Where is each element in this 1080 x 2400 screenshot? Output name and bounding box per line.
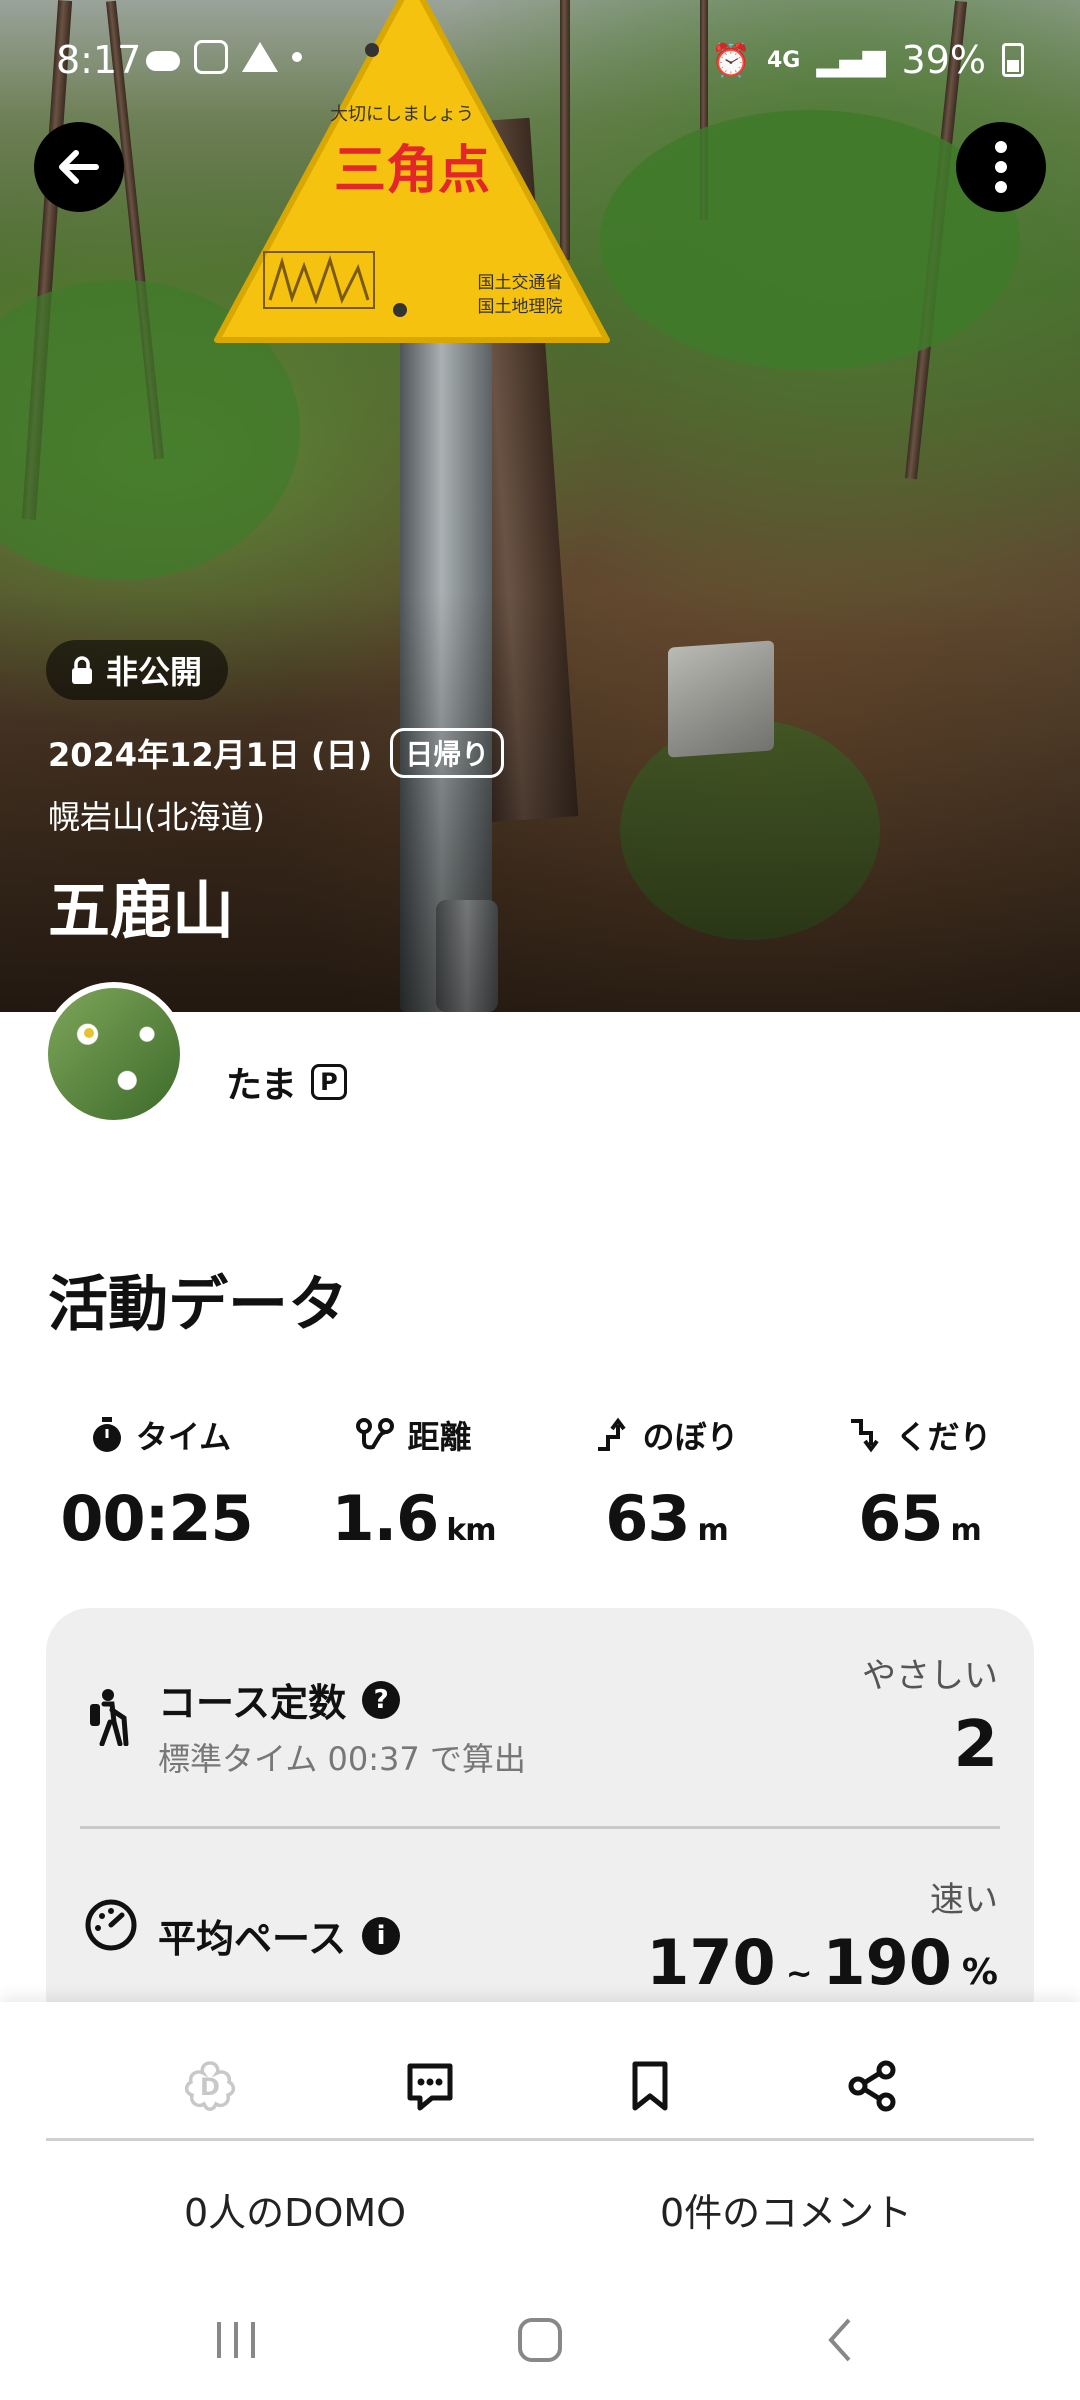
battery-level: 39% [901, 38, 986, 82]
alarm-icon: ⏰ [711, 41, 751, 79]
speedometer-icon [85, 1899, 137, 1951]
arrow-left-icon [59, 150, 99, 184]
pace-separator: ~ [785, 1954, 813, 1992]
status-notification-icons [146, 40, 302, 74]
cloud-icon [146, 51, 180, 71]
svg-text:D: D [200, 2073, 220, 2101]
stat-unit: m [950, 1513, 982, 1548]
stat-descent: くだり 65 m [793, 1410, 1046, 1555]
activity-date-row: 2024年12月1日 (日) 日帰り [48, 728, 505, 778]
system-back-button[interactable] [800, 2310, 880, 2370]
stat-label: タイム [135, 1418, 232, 1456]
system-navigation-bar [0, 2282, 1080, 2400]
stat-value: 00:25 [60, 1482, 253, 1555]
domo-count-link[interactable]: 0人のDOMO [184, 2182, 406, 2237]
pace-value: 170 ~ 190 % [646, 1926, 998, 1999]
recent-apps-icon [217, 2322, 255, 2358]
divider [80, 1826, 1000, 1829]
privacy-badge: 非公開 [46, 640, 229, 700]
activity-stats: タイム 00:25 距離 1.6 km のぼり 63 m くだり 65 m [34, 1410, 1046, 1555]
stat-value: 1.6 [331, 1482, 439, 1555]
mountain-name: 五鹿山 [48, 874, 235, 947]
stat-value: 63 [605, 1482, 690, 1555]
stopwatch-icon [92, 1417, 121, 1452]
bamboo-grass [600, 110, 1020, 370]
stat-time: タイム 00:25 [34, 1410, 287, 1555]
user-name: たま [226, 1065, 297, 1106]
alert-icon [242, 42, 278, 72]
pace-title-row: 平均ペース i [158, 1908, 401, 1963]
stat-ascent: のぼり 63 m [540, 1410, 793, 1555]
activity-detail-screen: 大切にしましょう 三角点 国土交通省 国土地理院 8:17 ⏰ 4G ▂▄▆ 3… [0, 0, 1080, 2400]
comment-count-link[interactable]: 0件のコメント [660, 2182, 912, 2237]
avatar[interactable] [42, 982, 186, 1126]
pace-min: 170 [646, 1926, 776, 1999]
course-constant-subtitle: 標準タイム 00:37 で算出 [158, 1740, 526, 1778]
pace-title: 平均ペース [158, 1917, 347, 1961]
route-icon [356, 1418, 395, 1450]
chevron-left-icon [828, 2318, 851, 2362]
home-icon [518, 2318, 562, 2362]
ascent-icon [598, 1417, 627, 1451]
more-vertical-icon [995, 141, 1007, 193]
bottom-action-panel: D 0人のDOMO 0件のコメント [0, 2002, 1080, 2400]
status-time: 8:17 [56, 38, 142, 82]
bookmark-icon [632, 2061, 668, 2111]
dot-icon [292, 52, 302, 62]
comment-button[interactable] [380, 2036, 480, 2136]
status-bar: 8:17 ⏰ 4G ▂▄▆ 39% [0, 0, 1080, 118]
premium-badge: P [310, 1064, 347, 1100]
network-type: 4G [766, 47, 801, 73]
comment-icon [407, 2063, 453, 2111]
stat-distance: 距離 1.6 km [287, 1410, 540, 1555]
info-icon[interactable]: i [362, 1916, 401, 1955]
bookmark-button[interactable] [600, 2036, 700, 2136]
share-icon [848, 2060, 896, 2112]
course-difficulty: やさしい [862, 1656, 998, 1696]
hiker-icon [90, 1689, 129, 1746]
divider [46, 2138, 1034, 2141]
privacy-label: 非公開 [106, 653, 203, 691]
back-button[interactable] [34, 122, 124, 212]
action-bar: D [0, 2036, 1080, 2140]
stat-value: 65 [858, 1482, 943, 1555]
descent-icon [851, 1419, 880, 1453]
course-constant-title-row: コース定数 ? [158, 1672, 401, 1727]
stat-label: くだり [895, 1418, 992, 1456]
stat-unit: km [446, 1513, 496, 1548]
domo-flower-icon: D [184, 2061, 236, 2111]
lock-icon [72, 656, 92, 684]
stat-label: 距離 [407, 1418, 472, 1456]
status-system-icons: ⏰ 4G ▂▄▆ 39% [711, 38, 1024, 82]
activity-date: 2024年12月1日 (日) [48, 736, 373, 774]
home-button[interactable] [500, 2310, 580, 2370]
recent-apps-button[interactable] [196, 2310, 276, 2370]
domo-button[interactable]: D [160, 2036, 260, 2136]
mountain-area[interactable]: 幌岩山(北海道) [48, 792, 265, 838]
stat-label: のぼり [642, 1418, 739, 1456]
share-button[interactable] [822, 2036, 922, 2136]
activity-metrics-card: コース定数 ? 標準タイム 00:37 で算出 やさしい 2 平均ペース i 速… [46, 1608, 1034, 2038]
sign-org2-text: 国土地理院 [478, 297, 563, 317]
sign-main-text: 三角点 [334, 141, 490, 201]
trip-type-badge: 日帰り [390, 728, 505, 778]
pace-speed-label: 速い [930, 1880, 998, 1920]
pace-max: 190 [822, 1926, 952, 1999]
help-icon[interactable]: ? [362, 1680, 401, 1719]
more-options-button[interactable] [956, 122, 1046, 212]
app-notification-icon [194, 40, 228, 74]
user-row[interactable]: たま P [226, 1056, 347, 1108]
battery-icon [1002, 43, 1024, 77]
signal-icon: ▂▄▆ [816, 42, 886, 78]
sign-org1-text: 国土交通省 [478, 273, 563, 293]
section-title: 活動データ [48, 1270, 348, 1340]
stat-unit: m [697, 1513, 729, 1548]
course-constant-value: 2 [953, 1708, 998, 1782]
pace-unit: % [961, 1952, 998, 1993]
course-constant-title: コース定数 [158, 1681, 347, 1725]
